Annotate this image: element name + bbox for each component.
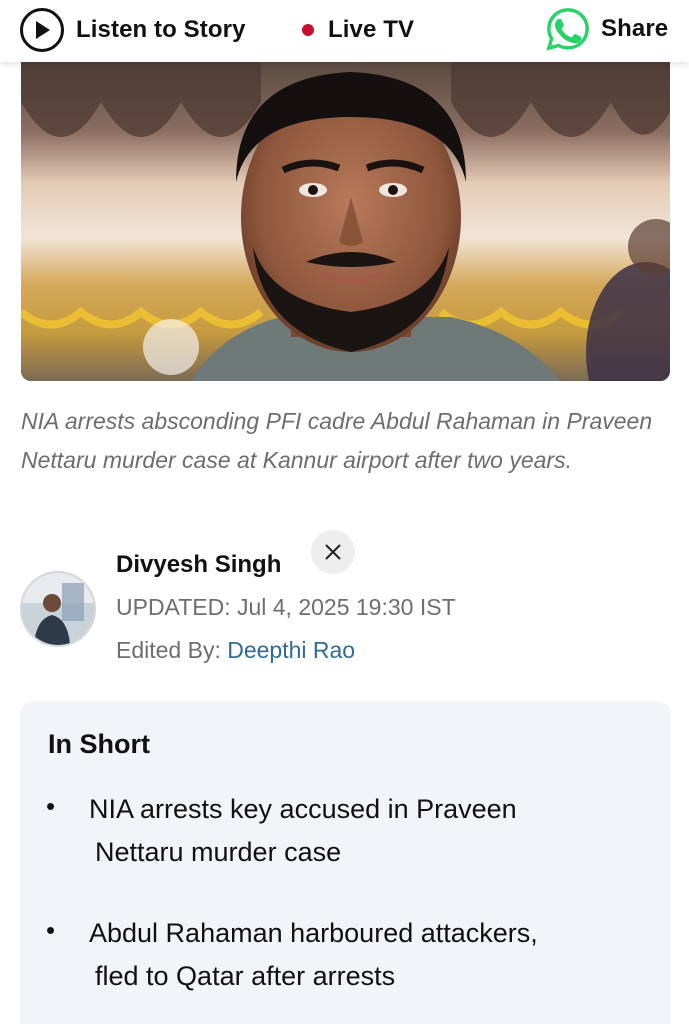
editor-name-link[interactable]: Deepthi Rao [227, 637, 355, 663]
whatsapp-icon [546, 8, 589, 51]
bullet-icon: • [46, 791, 56, 821]
in-short-item-line2: Nettaru murder case [95, 837, 342, 867]
author-name[interactable]: Divyesh Singh [116, 551, 281, 579]
in-short-item: NIA arrests key accused in Praveen Netta… [89, 788, 649, 874]
in-short-title: In Short [48, 729, 150, 759]
edited-by-label: Edited By: [116, 637, 228, 663]
live-tv-button[interactable]: Live TV [302, 7, 414, 53]
author-avatar[interactable] [20, 571, 96, 647]
share-button[interactable]: Share [545, 5, 668, 53]
live-tv-label: Live TV [328, 16, 415, 43]
bullet-icon: • [46, 915, 56, 945]
in-short-item-line1: NIA arrests key accused in Praveen [89, 794, 517, 824]
listen-to-story-label: Listen to Story [76, 16, 246, 43]
in-short-item: Abdul Rahaman harboured attackers, fled … [89, 912, 649, 998]
edited-by: Edited By: Deepthi Rao [116, 637, 355, 664]
play-icon [20, 8, 64, 52]
updated-timestamp: UPDATED: Jul 4, 2025 19:30 IST [116, 594, 456, 620]
in-short-item-line1: Abdul Rahaman harboured attackers, [89, 918, 538, 948]
share-label: Share [601, 15, 669, 42]
in-short-item-line2: fled to Qatar after arrests [95, 961, 396, 991]
image-caption: NIA arrests absconding PFI cadre Abdul R… [21, 408, 653, 473]
live-dot-icon [302, 24, 314, 36]
x-icon[interactable] [311, 530, 355, 574]
listen-to-story-button[interactable]: Listen to Story [20, 7, 246, 53]
article-hero-image [21, 62, 670, 381]
top-bar: Listen to Story Live TV Share [0, 0, 689, 62]
